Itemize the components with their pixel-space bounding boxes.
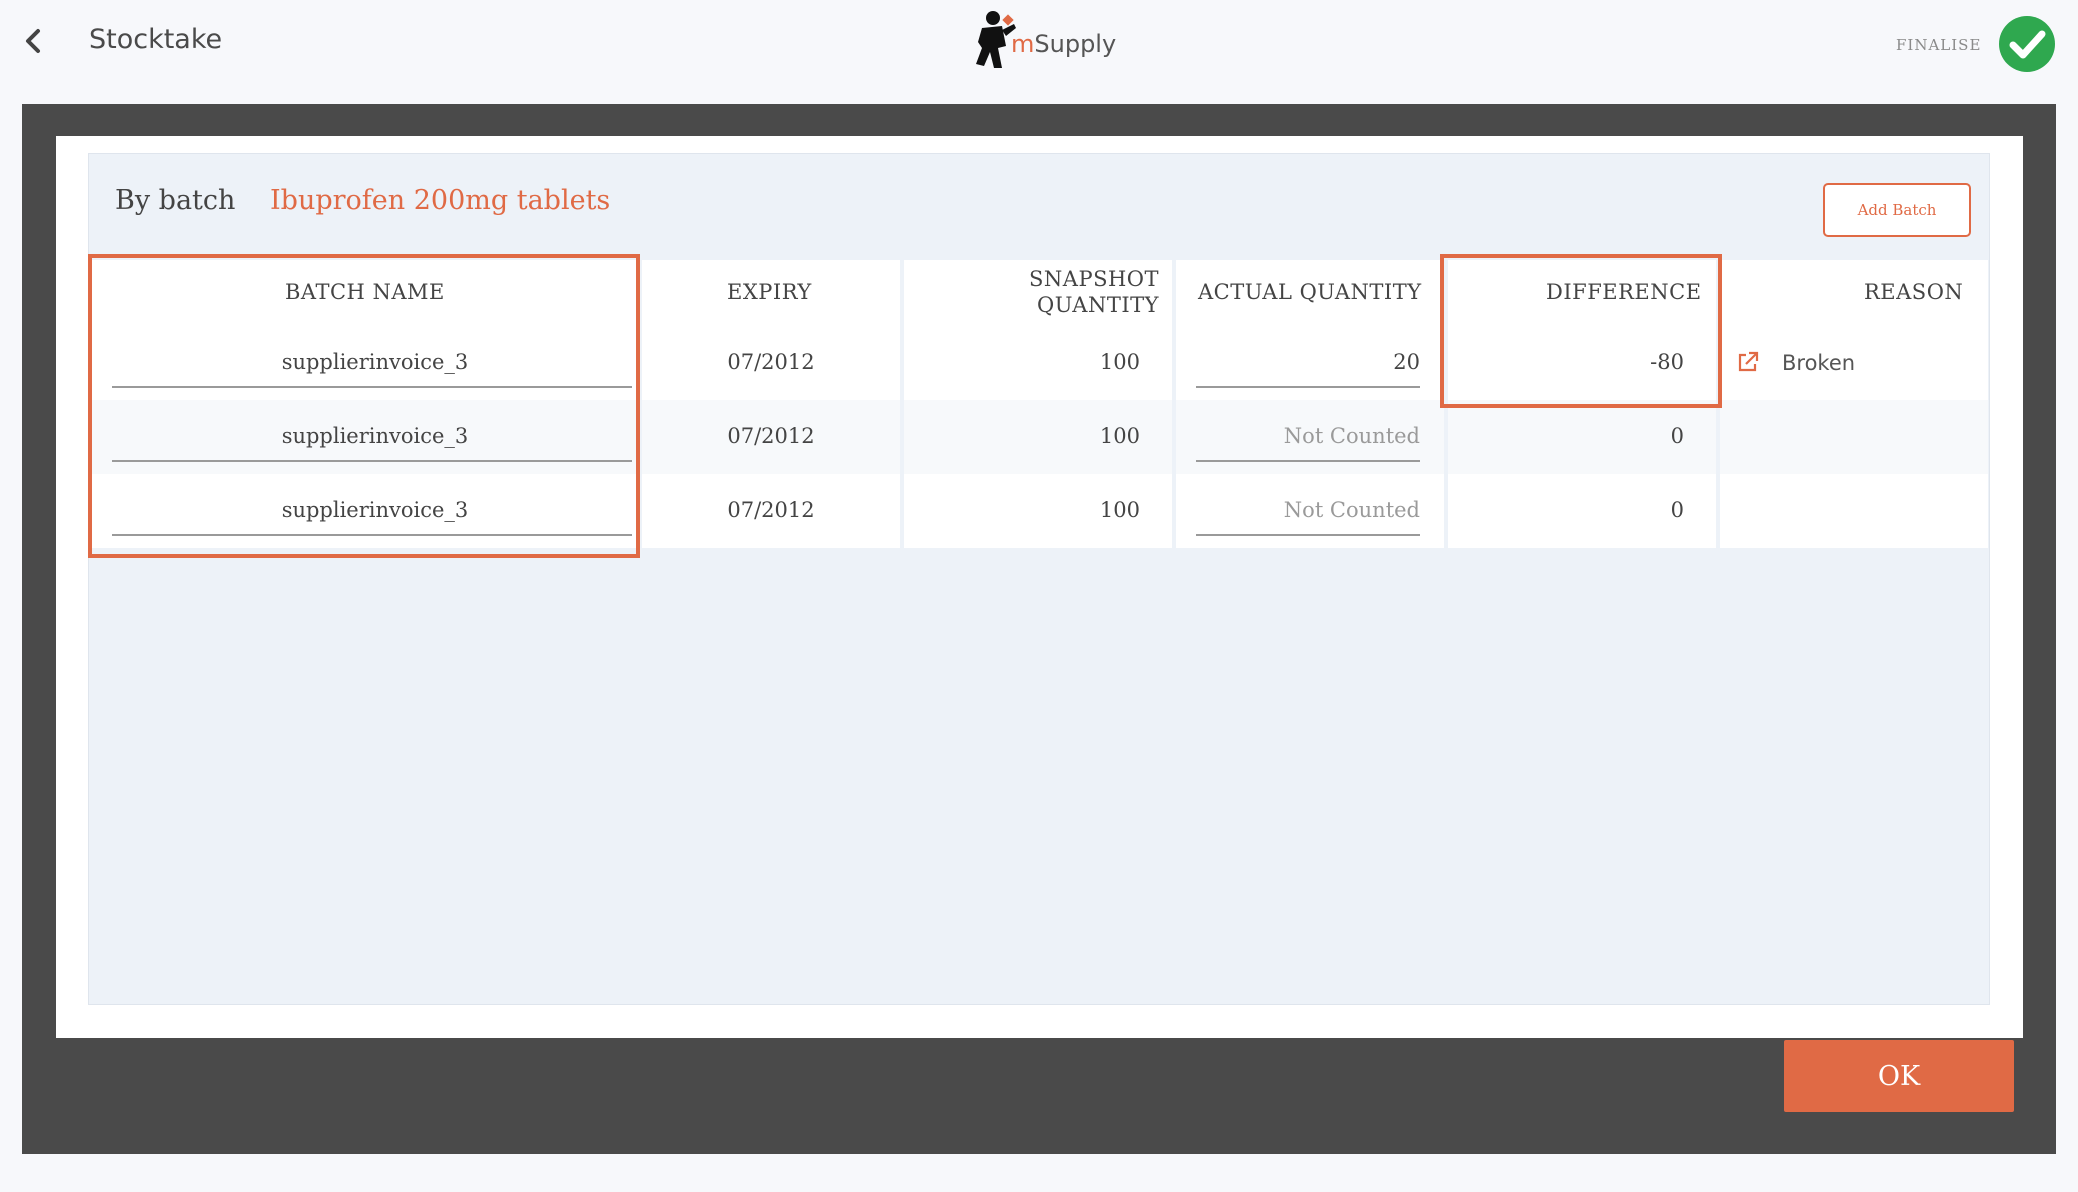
actual-quantity-underline <box>1196 386 1420 388</box>
header-reason-label: REASON <box>1864 280 1964 304</box>
expiry-cell: 07/2012 <box>727 350 815 374</box>
external-link-icon[interactable] <box>1736 350 1760 374</box>
chevron-left-icon[interactable] <box>22 26 44 56</box>
snapshot-quantity-cell: 100 <box>1099 498 1140 522</box>
expiry-cell: 07/2012 <box>727 424 815 448</box>
reason-cell[interactable]: Broken <box>1782 351 1855 375</box>
top-bar: Stocktake mSupply FINALISE <box>0 0 2078 90</box>
actual-quantity-underline <box>1196 460 1420 462</box>
check-circle-icon[interactable] <box>1998 15 2056 73</box>
add-batch-button[interactable]: Add Batch <box>1823 183 1971 237</box>
header-actual-quantity-label: ACTUAL QUANTITY <box>1198 280 1422 304</box>
finalise-label[interactable]: FINALISE <box>1896 36 1981 54</box>
actual-quantity-input[interactable]: Not Counted <box>1196 498 1420 522</box>
logo-prefix: m <box>1011 30 1035 58</box>
column-divider <box>1172 260 1176 548</box>
mode-label: By batch <box>115 185 236 216</box>
logo-suffix: Supply <box>1034 30 1117 58</box>
header-snapshot-line1: SNAPSHOT <box>1029 267 1159 291</box>
ok-button[interactable]: OK <box>1784 1040 2014 1112</box>
snapshot-quantity-cell: 100 <box>1099 424 1140 448</box>
difference-cell: 0 <box>1670 498 1684 522</box>
header-snapshot-quantity[interactable]: SNAPSHOT QUANTITY <box>904 260 1172 326</box>
actual-quantity-input[interactable]: Not Counted <box>1196 424 1420 448</box>
column-divider <box>900 260 904 548</box>
actual-quantity-input[interactable]: 20 <box>1196 350 1420 374</box>
batch-name-highlight <box>88 254 640 558</box>
header-snapshot-line2: QUANTITY <box>1037 293 1159 317</box>
expiry-cell: 07/2012 <box>727 498 815 522</box>
header-expiry[interactable]: EXPIRY <box>642 260 900 326</box>
header-actual-quantity[interactable]: ACTUAL QUANTITY <box>1176 260 1444 326</box>
difference-cell: 0 <box>1670 424 1684 448</box>
difference-highlight <box>1440 254 1722 408</box>
logo-wordmark: mSupply <box>1011 30 1116 58</box>
item-name: Ibuprofen 200mg tablets <box>270 185 611 216</box>
header-expiry-label: EXPIRY <box>727 280 812 304</box>
actual-quantity-underline <box>1196 534 1420 536</box>
snapshot-quantity-cell: 100 <box>1099 350 1140 374</box>
page-title: Stocktake <box>89 24 223 55</box>
header-reason[interactable]: REASON <box>1720 260 1988 326</box>
